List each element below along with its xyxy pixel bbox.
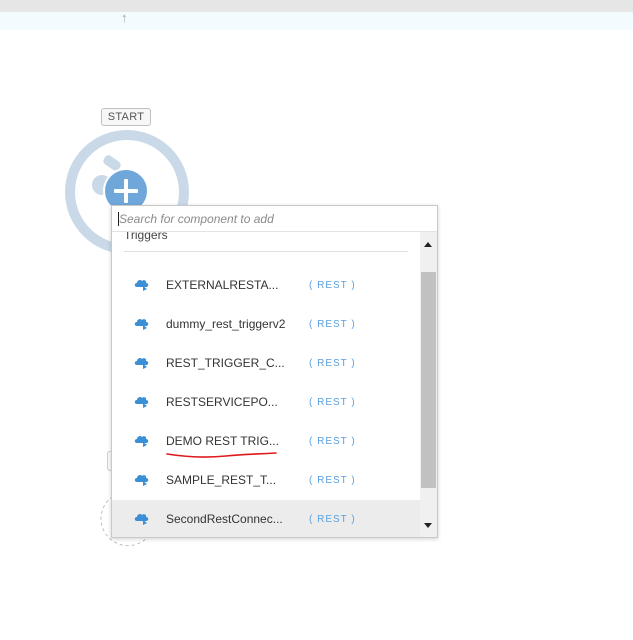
item-name: SAMPLE_REST_T... [166, 473, 277, 487]
cloud-trigger-icon [134, 318, 149, 330]
cloud-trigger-icon [134, 513, 149, 525]
canvas-top-lane [0, 12, 633, 30]
list-item[interactable]: dummy_rest_triggerv2 ( REST ) [112, 305, 420, 344]
item-name: EXTERNALRESTA... [166, 278, 279, 292]
start-badge: START [101, 108, 151, 126]
cloud-trigger-icon [134, 279, 149, 291]
list-item-selected[interactable]: SecondRestConnec... ( REST ) [112, 500, 420, 537]
component-search-input[interactable] [112, 206, 437, 232]
item-type: ( REST ) [309, 280, 356, 291]
item-type: ( REST ) [309, 514, 356, 525]
group-label-triggers: Triggers [124, 232, 168, 242]
item-name: REST_TRIGGER_C... [166, 356, 285, 370]
group-divider [124, 251, 408, 252]
top-toolbar-strip [0, 0, 633, 12]
list-item[interactable]: EXTERNALRESTA... ( REST ) [112, 266, 420, 305]
item-name: dummy_rest_triggerv2 [166, 317, 286, 331]
scroll-up-arrow-icon[interactable] [424, 242, 432, 247]
text-cursor [118, 212, 119, 226]
item-type: ( REST ) [309, 436, 356, 447]
list-item[interactable]: REST_TRIGGER_C... ( REST ) [112, 344, 420, 383]
scrollbar-thumb[interactable] [421, 272, 436, 488]
cloud-trigger-icon [134, 435, 149, 447]
item-type: ( REST ) [309, 319, 356, 330]
item-type: ( REST ) [309, 397, 356, 408]
list-item[interactable]: SAMPLE_REST_T... ( REST ) [112, 461, 420, 500]
cloud-trigger-icon [134, 474, 149, 486]
component-picker: Triggers EXTERNALRESTA... ( REST ) dummy… [111, 205, 438, 538]
list-scrollbar[interactable] [420, 232, 437, 537]
red-underline-annotation [166, 452, 277, 458]
cloud-trigger-icon [134, 396, 149, 408]
arrow-up-icon: ↑ [121, 10, 128, 25]
cloud-trigger-icon [134, 357, 149, 369]
list-item[interactable]: RESTSERVICEPO... ( REST ) [112, 383, 420, 422]
component-list: Triggers EXTERNALRESTA... ( REST ) dummy… [112, 232, 420, 537]
item-name: SecondRestConnec... [166, 512, 283, 526]
item-type: ( REST ) [309, 358, 356, 369]
item-type: ( REST ) [309, 475, 356, 486]
item-name: RESTSERVICEPO... [166, 395, 278, 409]
scroll-down-arrow-icon[interactable] [424, 523, 432, 528]
